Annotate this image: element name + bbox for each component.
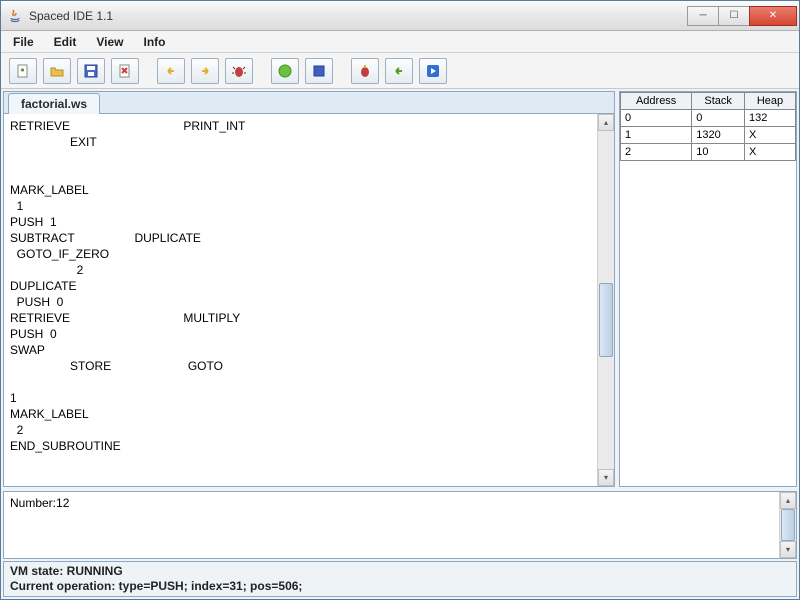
toolbar — [1, 53, 799, 89]
close-file-button[interactable] — [111, 58, 139, 84]
new-file-button[interactable] — [9, 58, 37, 84]
scroll-thumb[interactable] — [781, 509, 795, 541]
step-into-button[interactable] — [351, 58, 379, 84]
java-icon — [7, 8, 23, 24]
console-panel: Number:12 ▴ ▾ — [3, 491, 797, 559]
step-over-button[interactable] — [385, 58, 413, 84]
undo-button[interactable] — [157, 58, 185, 84]
maximize-button[interactable]: ☐ — [718, 6, 750, 26]
tab-factorial[interactable]: factorial.ws — [8, 93, 100, 114]
stop-button[interactable] — [305, 58, 333, 84]
current-operation: Current operation: type=PUSH; index=31; … — [10, 579, 790, 594]
status-panel: VM state: RUNNING Current operation: typ… — [3, 561, 797, 597]
close-button[interactable]: ✕ — [749, 6, 797, 26]
window-controls: ─ ☐ ✕ — [688, 6, 797, 26]
code-editor[interactable]: RETRIEVE PRINT_INT EXIT MARK_LABEL 1 PUS… — [4, 114, 597, 486]
table-row: 1 1320 X — [621, 127, 796, 144]
memory-table: Address Stack Heap 0 0 132 1 — [620, 92, 796, 161]
scroll-up-icon[interactable]: ▴ — [598, 114, 614, 131]
continue-button[interactable] — [419, 58, 447, 84]
editor-body: RETRIEVE PRINT_INT EXIT MARK_LABEL 1 PUS… — [4, 114, 614, 486]
app-window: Spaced IDE 1.1 ─ ☐ ✕ File Edit View Info — [0, 0, 800, 600]
table-row: 0 0 132 — [621, 110, 796, 127]
window-title: Spaced IDE 1.1 — [29, 9, 688, 23]
minimize-button[interactable]: ─ — [687, 6, 719, 26]
scroll-down-icon[interactable]: ▾ — [598, 469, 614, 486]
scroll-thumb[interactable] — [599, 283, 613, 357]
run-button[interactable] — [271, 58, 299, 84]
col-stack[interactable]: Stack — [692, 93, 745, 110]
scroll-track[interactable] — [780, 509, 796, 541]
menu-edit[interactable]: Edit — [44, 32, 87, 52]
titlebar: Spaced IDE 1.1 ─ ☐ ✕ — [1, 1, 799, 31]
table-row: 2 10 X — [621, 144, 796, 161]
scroll-track[interactable] — [598, 131, 614, 469]
scroll-up-icon[interactable]: ▴ — [780, 492, 796, 509]
col-address[interactable]: Address — [621, 93, 692, 110]
menu-file[interactable]: File — [3, 32, 44, 52]
memory-panel: Address Stack Heap 0 0 132 1 — [619, 91, 797, 487]
debug-button[interactable] — [225, 58, 253, 84]
editor-scrollbar[interactable]: ▴ ▾ — [597, 114, 614, 486]
open-button[interactable] — [43, 58, 71, 84]
col-heap[interactable]: Heap — [745, 93, 796, 110]
editor-tabs: factorial.ws — [4, 92, 614, 114]
menu-view[interactable]: View — [86, 32, 133, 52]
upper-split: factorial.ws RETRIEVE PRINT_INT EXIT MAR… — [3, 91, 797, 487]
scroll-down-icon[interactable]: ▾ — [780, 541, 796, 558]
console-scrollbar[interactable]: ▴ ▾ — [779, 492, 796, 558]
menu-info[interactable]: Info — [133, 32, 175, 52]
save-button[interactable] — [77, 58, 105, 84]
content-area: factorial.ws RETRIEVE PRINT_INT EXIT MAR… — [1, 89, 799, 599]
menubar: File Edit View Info — [1, 31, 799, 53]
vm-state: VM state: RUNNING — [10, 564, 790, 579]
console-output[interactable]: Number:12 — [4, 492, 779, 558]
editor-panel: factorial.ws RETRIEVE PRINT_INT EXIT MAR… — [3, 91, 615, 487]
redo-button[interactable] — [191, 58, 219, 84]
